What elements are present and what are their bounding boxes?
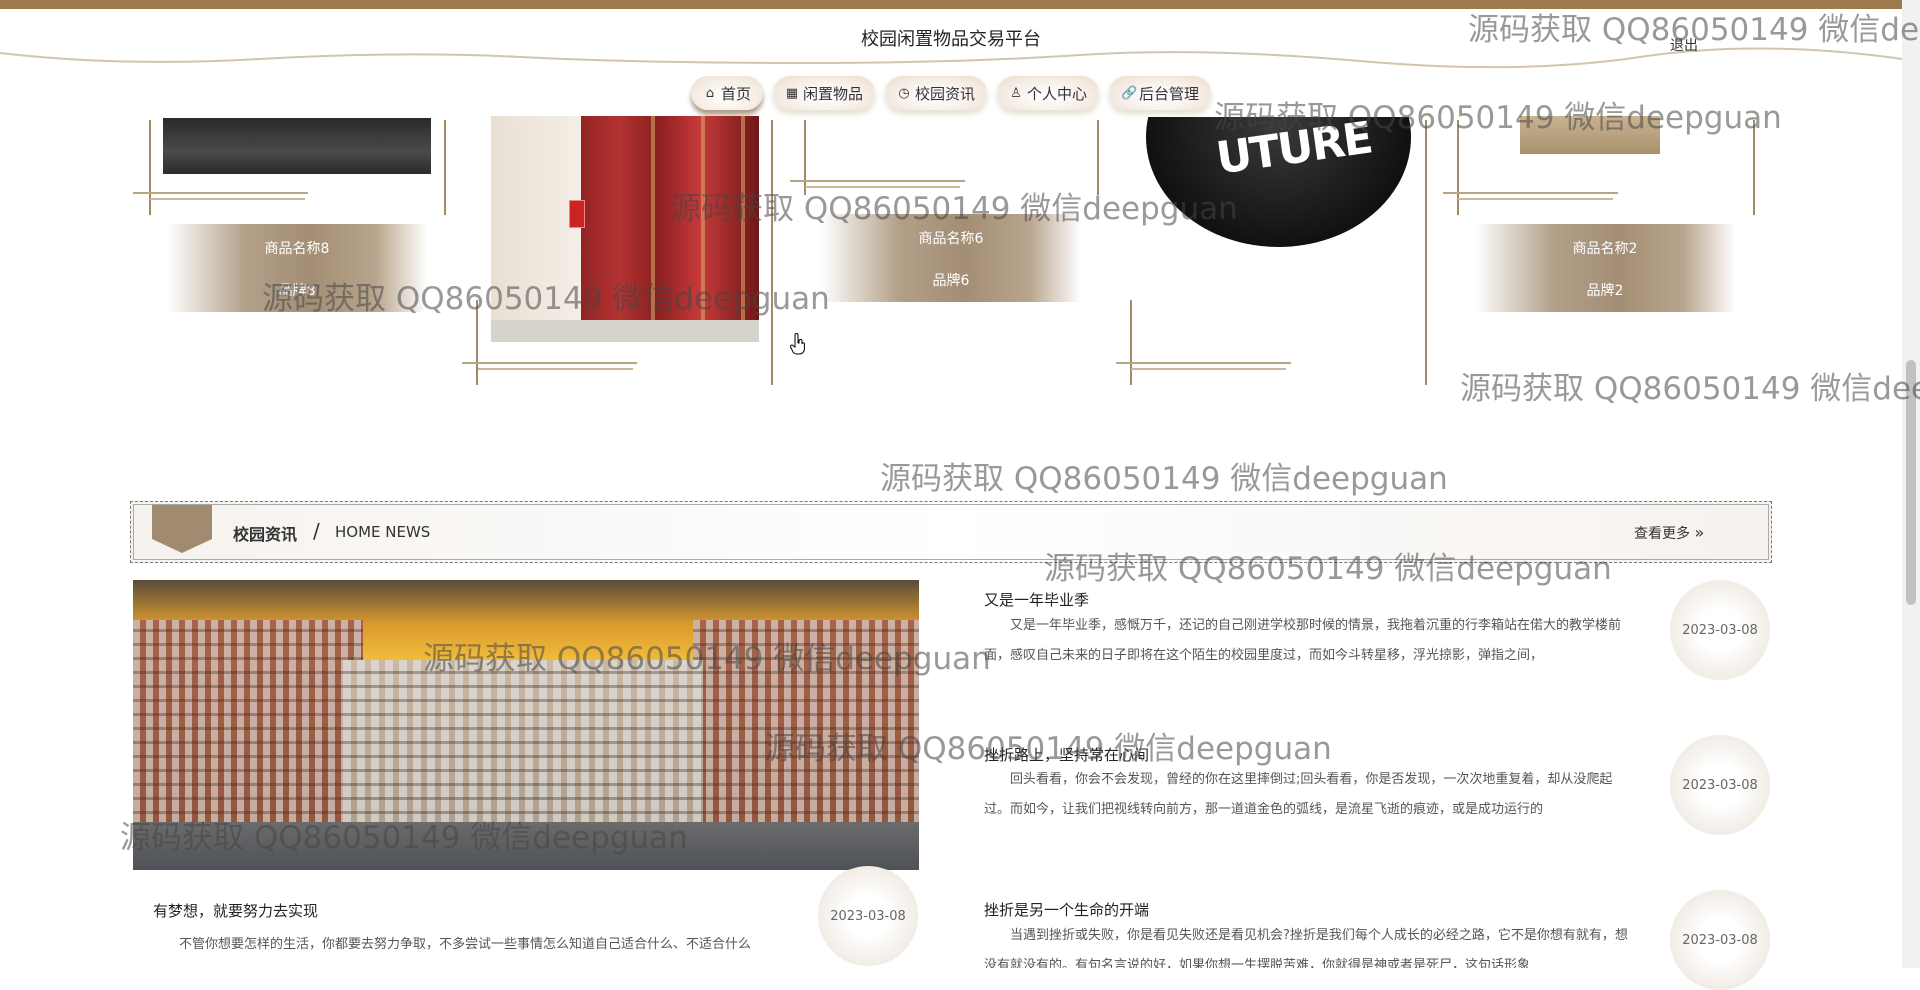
frame-line (1130, 300, 1132, 385)
news-date: 2023-03-08 (1670, 735, 1770, 835)
nav-news[interactable]: ◷ 校园资讯 (884, 76, 987, 110)
frame-line (1116, 362, 1291, 364)
logout-link[interactable]: 退出 (1670, 35, 1698, 55)
nav-label: 首页 (720, 84, 751, 103)
nav-label: 校园资讯 (914, 84, 975, 103)
main-nav: ⌂ 首页 ▦ 闲置物品 ◷ 校园资讯 ♙ 个人中心 🔗 后台管理 (0, 76, 1902, 110)
frame-line (478, 368, 633, 370)
product-card-label[interactable]: 商品名称2 品牌2 (1475, 224, 1735, 312)
frame-line (771, 120, 773, 385)
site-header: 校园闲置物品交易平台 退出 (0, 9, 1920, 71)
product-brand: 品牌8 (278, 283, 316, 299)
news-section-separator: / (313, 519, 320, 543)
watermark-text: 源码获取 QQ86050149 微信deepguan (1460, 371, 1920, 407)
frame-line (1443, 192, 1618, 194)
frame-line (133, 192, 308, 194)
image-shape (569, 200, 585, 228)
news-date: 2023-03-08 (1670, 890, 1770, 990)
product-name: 商品名称2 (1572, 241, 1638, 257)
product-name: 商品名称6 (918, 231, 984, 247)
image-shape (491, 116, 581, 342)
news-title[interactable]: 挫折路上，坚持常在心间 (984, 744, 1149, 765)
product-card-label[interactable]: 商品名称6 品牌6 (821, 214, 1081, 302)
product-name: 商品名称8 (264, 241, 330, 257)
news-title[interactable]: 有梦想，就要努力去实现 (153, 900, 318, 921)
view-more-label: 查看更多 (1634, 526, 1690, 542)
image-shape (491, 320, 759, 342)
goods-icon: ▦ (785, 85, 799, 101)
nav-label: 闲置物品 (802, 84, 863, 103)
frame-line (1131, 368, 1286, 370)
news-date: 2023-03-08 (818, 866, 918, 966)
news-section-title: 校园资讯 (233, 525, 298, 544)
frame-line (150, 198, 305, 200)
frame-line (1753, 120, 1755, 215)
user-icon: ♙ (1010, 85, 1022, 101)
frame-line (462, 362, 637, 364)
nav-user-center[interactable]: ♙ 个人中心 (997, 76, 1100, 110)
top-accent-bar (0, 0, 1920, 9)
home-icon: ⌂ (705, 85, 715, 101)
frame-line (1097, 120, 1099, 195)
product-image[interactable] (491, 116, 759, 342)
scrollbar-thumb[interactable] (1906, 360, 1916, 605)
frame-line (1425, 120, 1427, 385)
watermark-text: 源码获取 QQ86050149 微信deepguan (880, 461, 1448, 497)
nav-goods[interactable]: ▦ 闲置物品 (772, 76, 875, 110)
view-more-link[interactable]: 查看更多 » (1634, 523, 1704, 543)
frame-line (805, 186, 960, 188)
news-summary: 回头看看，你会不会发现，曾经的你在这里摔倒过;回头看看，你是否发现，一次次地重复… (984, 772, 1613, 817)
section-badge-icon (152, 505, 212, 553)
news-title[interactable]: 又是一年毕业季 (984, 589, 1089, 610)
nav-admin[interactable]: 🔗 后台管理 (1109, 76, 1212, 110)
nav-home[interactable]: ⌂ 首页 (690, 76, 763, 110)
product-card-label[interactable]: 商品名称8 品牌8 (167, 224, 427, 312)
frame-line (790, 180, 965, 182)
featured-news-image[interactable] (133, 580, 919, 870)
site-title: 校园闲置物品交易平台 (861, 29, 1041, 50)
news-summary: 不管你想要怎样的生活，你都要去努力争取，不多尝试一些事情怎么知道自己适合什么、不… (179, 937, 752, 952)
news-date: 2023-03-08 (1670, 580, 1770, 680)
news-summary: 当遇到挫折或失败，你是看见失败还是看见机会?挫折是我们每个人成长的必经之路，它不… (984, 928, 1628, 968)
frame-line (1457, 120, 1459, 215)
frame-line (149, 120, 151, 215)
product-brand: 品牌2 (1586, 283, 1624, 299)
link-icon: 🔗 (1121, 85, 1138, 101)
product-image[interactable]: UTURE (1146, 117, 1411, 250)
image-shape (133, 822, 919, 870)
nav-label: 后台管理 (1139, 84, 1200, 103)
frame-line (804, 120, 806, 195)
double-chevron-right-icon: » (1694, 523, 1705, 542)
image-shape (741, 116, 745, 342)
news-section-subtitle: HOME NEWS (335, 523, 431, 541)
nav-label: 个人中心 (1027, 84, 1088, 103)
frame-line (1458, 198, 1613, 200)
product-image[interactable] (163, 118, 431, 174)
news-summary: 又是一年毕业季，感慨万千，还记的自己刚进学校那时候的情景，我拖着沉重的行李箱站在… (984, 618, 1622, 663)
image-shape (651, 116, 655, 342)
news-icon: ◷ (898, 85, 910, 101)
product-brand: 品牌6 (932, 273, 970, 289)
news-title[interactable]: 挫折是另一个生命的开端 (984, 899, 1149, 920)
hand-cursor-icon (790, 333, 805, 355)
frame-line (444, 120, 446, 215)
image-shape (701, 116, 705, 342)
frame-line (476, 300, 478, 385)
product-image[interactable] (1520, 116, 1660, 154)
